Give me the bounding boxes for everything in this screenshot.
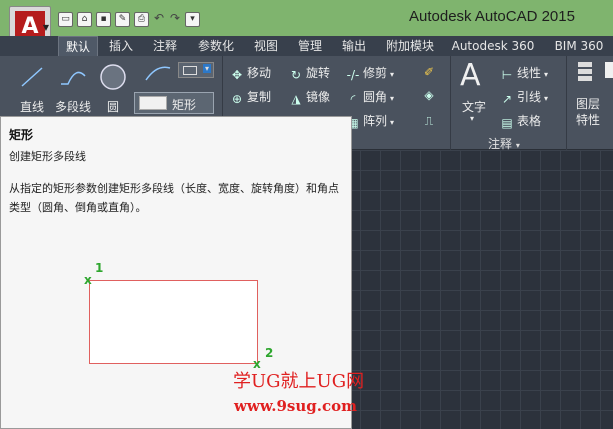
linear-dimension-icon: ⊢ [501, 68, 513, 82]
save-icon[interactable]: ▪ [96, 11, 111, 27]
watermark-title: 学UG就上UG网 [233, 371, 365, 392]
undo-icon[interactable]: ↶ [153, 11, 165, 27]
rotate-button[interactable]: ↻ 旋转 [289, 64, 330, 82]
text-button[interactable]: 文字 [462, 98, 486, 115]
tooltip-subtitle: 创建矩形多段线 [9, 150, 86, 163]
mirror-icon: ◮ [291, 92, 301, 106]
arc-tool-icon[interactable] [143, 62, 173, 87]
tooltip-description: 从指定的矩形参数创建矩形多段线（长度、宽度、旋转角度）和角点类型（圆角、倒角或直… [9, 182, 339, 214]
layer-properties-icon[interactable] [576, 60, 596, 85]
corner-point-1-label: 1 [95, 261, 104, 275]
chevron-down-icon[interactable]: ▾ [470, 114, 474, 123]
tab-bim-360[interactable]: BIM 360 [548, 36, 610, 56]
chevron-down-icon: ▾ [390, 70, 395, 79]
new-file-icon[interactable]: ▭ [58, 11, 73, 27]
rectangle-button[interactable]: 矩形 [134, 92, 214, 114]
print-icon[interactable]: ⎙ [134, 11, 149, 27]
circle-tool-icon[interactable] [98, 62, 128, 95]
rectangle-preview [89, 280, 258, 364]
explode-icon[interactable]: ◈ [422, 86, 439, 102]
linear-dimension-button[interactable]: ⊢ 线性 ▾ [500, 64, 548, 82]
fillet-button[interactable]: ◜ 圆角 ▾ [346, 88, 394, 106]
layer-dropdown[interactable] [605, 62, 613, 78]
chevron-down-icon: ▾ [390, 94, 395, 103]
chevron-down-icon: ▾ [544, 94, 549, 103]
rectangle-icon [139, 96, 167, 110]
polyline-tool-icon[interactable] [58, 64, 88, 91]
tab-addins[interactable]: 附加模块 [380, 36, 440, 56]
tab-output[interactable]: 输出 [336, 36, 372, 56]
chevron-down-icon: ▾ [515, 141, 520, 150]
tab-view[interactable]: 视图 [248, 36, 284, 56]
mirror-button[interactable]: ◮ 镜像 [289, 88, 330, 106]
rotate-icon: ↻ [290, 68, 302, 82]
customize-toolbar-icon[interactable]: ▾ [185, 11, 200, 27]
window-title: Autodesk AutoCAD 2015 [409, 8, 575, 25]
trim-icon: -/- [346, 68, 360, 82]
rectangle-dropdown[interactable]: ▾ [178, 62, 214, 78]
layer-properties-button[interactable]: 图层 特性 [576, 96, 600, 128]
copy-icon: ⊕ [231, 92, 243, 106]
line-tool-icon[interactable] [18, 64, 46, 91]
fillet-icon: ◜ [350, 92, 356, 106]
chevron-down-icon: ▾ [544, 70, 549, 79]
move-icon: ✥ [231, 68, 243, 82]
table-button[interactable]: ▤ 表格 [500, 112, 541, 130]
erase-icon[interactable]: ✐ [422, 63, 439, 79]
tab-autodesk-360[interactable]: Autodesk 360 [448, 36, 538, 56]
corner-point-1-marker: x [84, 273, 92, 287]
circle-button[interactable]: 圆 [107, 98, 119, 115]
save-as-icon[interactable]: ✎ [115, 11, 130, 27]
tab-manage[interactable]: 管理 [292, 36, 328, 56]
leader-button[interactable]: ↗ 引线 ▾ [500, 88, 548, 106]
title-bar: A ▼ ▭ ⌂ ▪ ✎ ⎙ ↶ ↷ ▾ Autodesk AutoCAD 201… [0, 0, 613, 48]
array-button[interactable]: ▦ 阵列 ▾ [346, 112, 394, 130]
text-tool-icon[interactable]: A [460, 58, 481, 93]
tooltip-title: 矩形 [9, 128, 34, 142]
polyline-button[interactable]: 多段线 [55, 98, 91, 115]
tab-parametric[interactable]: 参数化 [192, 36, 240, 56]
ribbon-tabs: 默认 插入 注释 参数化 视图 管理 输出 附加模块 Autodesk 360 … [0, 36, 613, 56]
table-icon: ▤ [501, 116, 513, 130]
tab-insert[interactable]: 插入 [103, 36, 139, 56]
chevron-down-icon: ▾ [390, 118, 395, 127]
leader-icon: ↗ [501, 92, 513, 106]
chevron-down-icon: ▼ [42, 23, 49, 32]
redo-icon[interactable]: ↷ [169, 11, 181, 27]
panel-divider [566, 56, 567, 150]
corner-point-2-label: 2 [265, 346, 274, 360]
rectangle-small-icon [183, 66, 197, 75]
quick-access-toolbar: ▭ ⌂ ▪ ✎ ⎙ ↶ ↷ ▾ [58, 10, 200, 28]
panel-divider [450, 56, 451, 150]
tab-home[interactable]: 默认 [58, 36, 98, 56]
move-button[interactable]: ✥ 移动 [230, 64, 271, 82]
open-folder-icon[interactable]: ⌂ [77, 11, 92, 27]
offset-icon[interactable]: ⎍ [422, 112, 439, 128]
trim-button[interactable]: -/- 修剪 ▾ [346, 64, 394, 82]
copy-button[interactable]: ⊕ 复制 [230, 88, 271, 106]
watermark-url: www.9sug.com [234, 397, 357, 415]
chevron-down-icon: ▾ [202, 64, 211, 73]
line-button[interactable]: 直线 [20, 98, 44, 115]
rectangle-button-label: 矩形 [172, 98, 197, 112]
tab-annotate[interactable]: 注释 [147, 36, 183, 56]
